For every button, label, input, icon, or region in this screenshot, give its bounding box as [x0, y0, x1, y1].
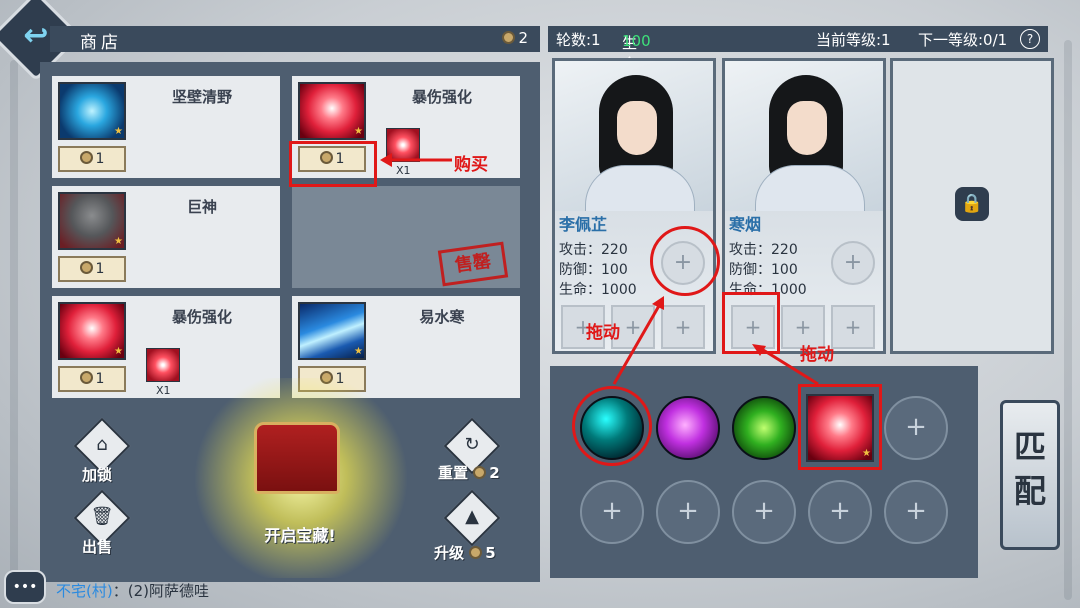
inventory-empty-slot[interactable]: + — [656, 480, 720, 544]
annotation-buy-label: 购买 — [454, 155, 488, 175]
coin-icon — [79, 261, 93, 274]
item-name: 暴伤强化 — [171, 308, 232, 326]
trash-icon: 🗑 — [90, 506, 114, 527]
star-icon: ★ — [354, 346, 363, 357]
buy-price-button[interactable]: 1 — [58, 366, 126, 392]
back-arrow-icon: ↩ — [23, 18, 49, 54]
hero-defense: 防御：100 — [559, 262, 628, 278]
item-name: 暴伤强化 — [411, 88, 472, 106]
chat-text: (2)阿萨德哇 — [127, 582, 209, 600]
star-icon: ★ — [114, 346, 123, 357]
item-name: 易水寒 — [419, 308, 465, 326]
shop-coin-count: 2 — [502, 29, 528, 47]
inventory-empty-slot[interactable]: + — [884, 396, 948, 460]
lock-label: 加锁 — [82, 466, 113, 484]
hero-skill-slot[interactable]: + — [831, 241, 875, 285]
annotation-arrow — [380, 153, 452, 167]
reset-label: 重置 2 — [438, 464, 500, 482]
hero-attack: 攻击：220 — [559, 242, 628, 258]
hero-portrait — [555, 61, 713, 211]
annotation-item-box — [798, 384, 882, 470]
item-art: ★ — [58, 192, 126, 250]
buy-price-button[interactable]: 1 — [58, 146, 126, 172]
shop-item-card[interactable]: ★ 1 坚壁清野 — [52, 76, 280, 178]
coin-icon — [502, 31, 516, 44]
bamboo-decoration — [1064, 40, 1072, 600]
item-art: ★ — [58, 302, 126, 360]
round-label: 轮数:1 — [556, 31, 601, 49]
shop-item-card[interactable]: ★ 1 巨神 — [52, 186, 280, 288]
star-icon: ★ — [114, 126, 123, 137]
bamboo-decoration — [10, 60, 18, 600]
inventory-empty-slot[interactable]: + — [808, 480, 872, 544]
shop-header: 商店 2 — [50, 26, 540, 53]
upgrade-chart-icon: ▲ — [465, 506, 479, 527]
star-icon: ★ — [354, 126, 363, 137]
hero-attack: 攻击：220 — [729, 242, 798, 258]
refresh-icon: ↻ — [464, 434, 480, 455]
coin-icon — [473, 466, 487, 479]
item-name: 坚壁清野 — [171, 88, 232, 106]
annotation-skill-slot-circle — [650, 226, 720, 296]
annotation-arrow — [612, 296, 664, 385]
match-button[interactable]: 匹配 — [1000, 400, 1060, 550]
inventory-skill-purple[interactable] — [656, 396, 720, 460]
hero-equip-slot[interactable]: + — [831, 305, 875, 349]
locked-hero-slot[interactable]: 🔒 — [890, 58, 1054, 354]
hero-portrait — [725, 61, 883, 211]
current-level-label: 当前等级:1 — [816, 31, 891, 49]
inventory-skill-green[interactable] — [732, 396, 796, 460]
inventory-empty-slot[interactable]: + — [884, 480, 948, 544]
chat-sender: 不宅(村) — [56, 582, 113, 600]
chat-icon[interactable]: ••• — [4, 570, 46, 604]
upgrade-label: 升级 5 — [434, 544, 496, 562]
item-name: 巨神 — [186, 198, 217, 216]
lock-icon: ⌂ — [96, 434, 108, 455]
open-treasure-label: 开启宝藏! — [264, 526, 336, 545]
buy-price-button[interactable]: 1 — [58, 256, 126, 282]
stats-header: 轮数:1 生命:100 当前等级:1 下一等级:0/1 ? — [548, 26, 1048, 73]
inventory-empty-slot[interactable]: + — [580, 480, 644, 544]
chat-message: 不宅(村)：(2)阿萨德哇 — [56, 582, 209, 600]
bonus-item-qty: X1 — [156, 384, 171, 397]
item-art: ★ — [298, 302, 366, 360]
hero-defense: 防御：100 — [729, 262, 798, 278]
bonus-item-art — [146, 348, 180, 382]
hero-name: 寒烟 — [729, 215, 762, 234]
item-art: ★ — [58, 82, 126, 140]
annotation-skill-circle — [572, 386, 652, 466]
treasure-chest-button[interactable] — [254, 422, 340, 494]
hero-name: 李佩芷 — [559, 215, 608, 234]
star-icon: ★ — [114, 236, 123, 247]
annotation-buy-box — [289, 141, 377, 187]
coin-icon — [79, 151, 93, 164]
shop-title: 商店 — [80, 33, 122, 53]
coin-icon — [79, 371, 93, 384]
inventory-empty-slot[interactable]: + — [732, 480, 796, 544]
help-icon[interactable]: ? — [1020, 29, 1040, 49]
coin-icon — [469, 546, 483, 559]
next-level-label: 下一等级:0/1 — [918, 31, 1008, 49]
item-art: ★ — [298, 82, 366, 140]
match-label: 匹配 — [1013, 428, 1046, 510]
sell-label: 出售 — [82, 538, 113, 556]
annotation-arrow — [752, 344, 819, 386]
lock-icon: 🔒 — [955, 187, 989, 221]
